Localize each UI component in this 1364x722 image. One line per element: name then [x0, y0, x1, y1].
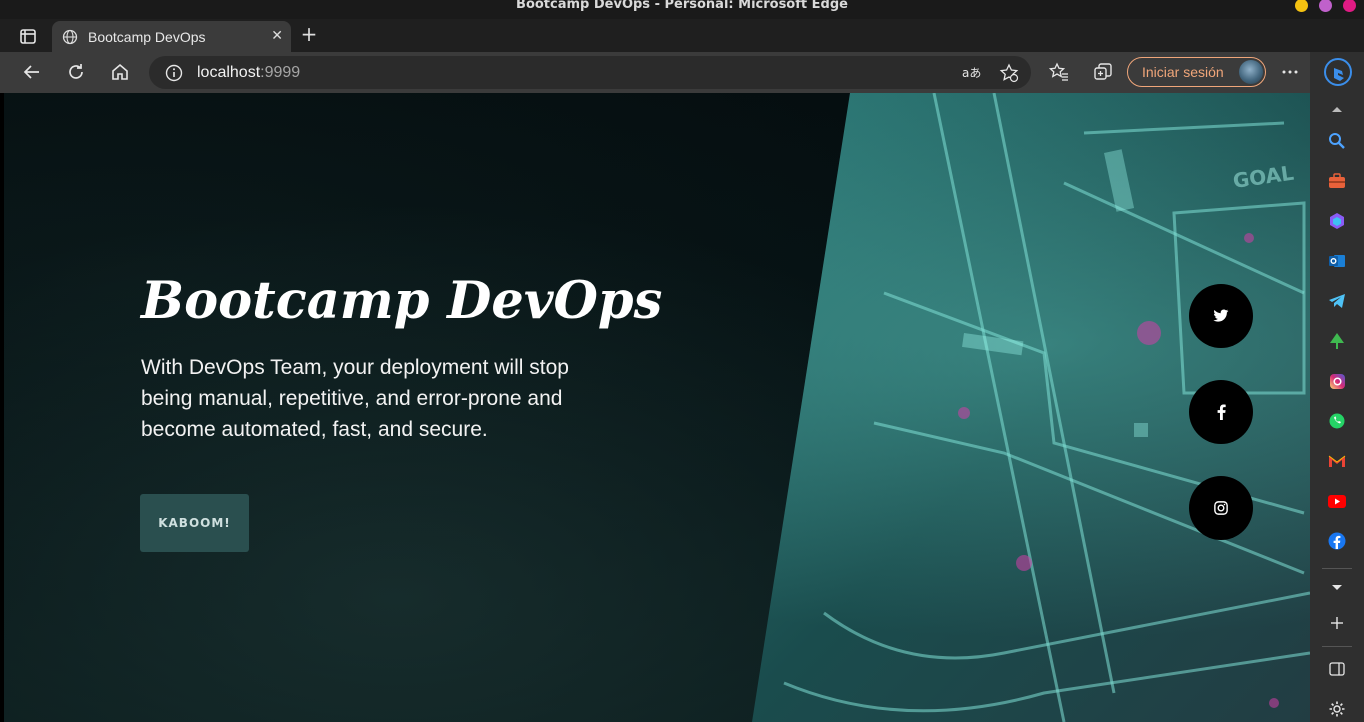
caret-down-icon — [1332, 585, 1342, 590]
url-port: :9999 — [260, 64, 301, 81]
whatsapp-icon — [1329, 413, 1345, 429]
tree-icon — [1330, 333, 1344, 349]
kaboom-button[interactable]: KABOOM! — [140, 494, 249, 552]
sidebar-tree[interactable] — [1327, 331, 1347, 351]
url-host: localhost — [197, 64, 261, 81]
sidebar-gmail[interactable] — [1327, 451, 1347, 471]
collections-button[interactable] — [1091, 60, 1115, 84]
sidebar-copilot[interactable] — [1327, 211, 1347, 231]
sidebar-whatsapp[interactable] — [1327, 411, 1347, 431]
tools-icon — [1329, 173, 1345, 188]
sign-in-label: Iniciar sesión — [1142, 64, 1224, 80]
maximize-button[interactable] — [1319, 0, 1332, 12]
hero-description: With DevOps Team, your deployment will s… — [141, 356, 569, 441]
tab-actions-icon — [20, 29, 36, 44]
telegram-icon — [1329, 294, 1345, 308]
instagram-icon — [1329, 373, 1345, 389]
sidebar-hide[interactable] — [1327, 659, 1347, 679]
close-tab-icon[interactable]: ✕ — [271, 28, 283, 44]
twitter-link[interactable] — [1189, 284, 1253, 348]
home-button[interactable] — [108, 60, 132, 84]
favorites-button[interactable] — [1047, 60, 1071, 84]
facebook-link[interactable] — [1189, 380, 1253, 444]
back-arrow-icon — [23, 65, 39, 79]
sidebar-separator — [1322, 646, 1352, 647]
youtube-icon — [1328, 494, 1346, 508]
page-viewport: GOAL Bootcamp DevOps With DevOps Team, y… — [4, 93, 1310, 722]
back-button[interactable] — [20, 60, 44, 84]
minimize-button[interactable] — [1295, 0, 1308, 12]
sidebar-search[interactable] — [1327, 131, 1347, 151]
tab-bootcamp-devops[interactable]: Bootcamp DevOps ✕ — [52, 21, 291, 52]
twitter-icon — [1213, 309, 1229, 322]
site-info-icon[interactable] — [165, 64, 183, 82]
instagram-icon — [1214, 501, 1228, 515]
sidebar-separator — [1322, 568, 1352, 569]
sidebar-scroll-up[interactable] — [1327, 99, 1347, 119]
settings-more-button[interactable] — [1278, 60, 1302, 84]
sign-in-button[interactable]: Iniciar sesión — [1127, 57, 1266, 87]
sidebar-add-app[interactable] — [1327, 613, 1347, 633]
sidebar-outlook[interactable] — [1327, 251, 1347, 271]
close-window-button[interactable] — [1343, 0, 1356, 12]
window-title: Bootcamp DevOps - Personal: Microsoft Ed… — [516, 0, 848, 12]
url-text: localhost:9999 — [197, 64, 300, 82]
outlook-icon — [1329, 255, 1345, 267]
edge-sidebar — [1310, 52, 1364, 722]
copilot-icon — [1330, 213, 1344, 229]
search-icon — [1329, 133, 1345, 149]
sidebar-instagram[interactable] — [1327, 371, 1347, 391]
read-aloud-icon[interactable]: aあ — [961, 64, 981, 82]
facebook-icon — [1217, 404, 1226, 420]
reload-icon — [69, 64, 83, 79]
panel-icon — [1329, 662, 1345, 676]
home-icon — [112, 63, 128, 80]
sidebar-scroll-down[interactable] — [1327, 578, 1347, 598]
bing-copilot-icon[interactable] — [1324, 58, 1352, 86]
sidebar-tools[interactable] — [1327, 171, 1347, 191]
instagram-link[interactable] — [1189, 476, 1253, 540]
caret-up-icon — [1332, 107, 1342, 112]
window-controls — [1295, 0, 1356, 13]
sidebar-facebook[interactable] — [1327, 531, 1347, 551]
address-bar[interactable]: localhost:9999 aあ — [149, 56, 1031, 89]
profile-avatar — [1239, 60, 1263, 84]
tab-actions-button[interactable] — [14, 27, 42, 47]
gmail-icon — [1328, 455, 1346, 467]
sidebar-youtube[interactable] — [1327, 491, 1347, 511]
more-dots-icon — [1282, 70, 1298, 74]
svg-text:aあ: aあ — [962, 66, 981, 80]
sidebar-settings[interactable] — [1327, 699, 1347, 719]
collections-icon — [1094, 63, 1112, 80]
globe-icon — [62, 29, 78, 44]
tab-strip: Bootcamp DevOps ✕ + — [0, 19, 1364, 52]
add-favorite-icon[interactable] — [999, 63, 1019, 83]
goal-overlay-text: GOAL — [1231, 161, 1295, 193]
window-title-bar: Bootcamp DevOps - Personal: Microsoft Ed… — [0, 0, 1364, 19]
page-title: Bootcamp DevOps — [141, 271, 663, 331]
plus-icon — [1331, 617, 1343, 629]
facebook-icon — [1328, 532, 1346, 550]
reload-button[interactable] — [64, 60, 88, 84]
new-tab-button[interactable]: + — [298, 23, 320, 45]
gear-icon — [1329, 701, 1345, 717]
tab-title: Bootcamp DevOps — [88, 28, 206, 45]
browser-toolbar: localhost:9999 aあ Iniciar sesión — [0, 52, 1364, 93]
sidebar-telegram[interactable] — [1327, 291, 1347, 311]
favorites-icon — [1049, 62, 1068, 81]
